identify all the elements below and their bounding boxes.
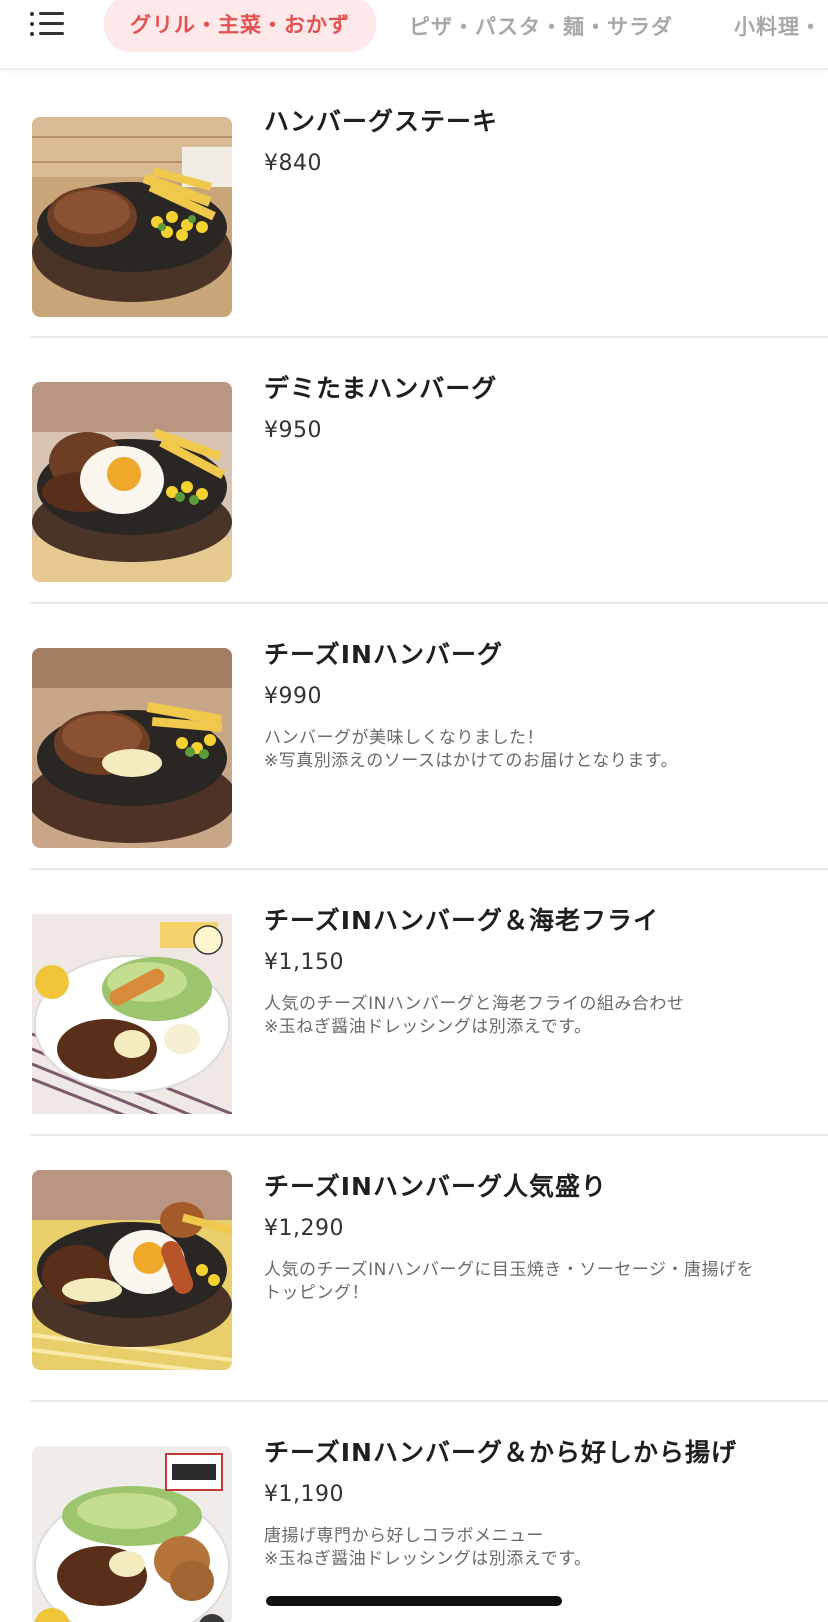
menu-item[interactable]: デミたまハンバーグ ¥950 xyxy=(0,338,828,604)
item-name: チーズINハンバーグ＆から好しから揚げ xyxy=(264,1438,737,1467)
item-description: 人気のチーズINハンバーグに目玉焼き・ソーセージ・唐揚げを トッピング！ xyxy=(264,1260,755,1303)
category-tab-bar: グリル・主菜・おかず ピザ・パスタ・麺・サラダ 小料理・ xyxy=(0,0,828,70)
menu-item[interactable]: チーズINハンバーグ ¥990 ハンバーグが美味しくなりました！ ※写真別添えの… xyxy=(0,604,828,870)
menu-item[interactable]: チーズINハンバーグ＆海老フライ ¥1,150 人気のチーズINハンバーグと海老… xyxy=(0,870,828,1136)
tab-pizza-pasta-noodles-salad[interactable]: ピザ・パスタ・麺・サラダ xyxy=(409,0,673,52)
item-name: チーズINハンバーグ xyxy=(264,640,503,669)
food-photo xyxy=(32,648,232,848)
item-description: ハンバーグが美味しくなりました！ ※写真別添えのソースはかけてのお届けとなります… xyxy=(264,728,679,771)
list-menu-icon[interactable] xyxy=(30,8,66,38)
item-name: デミたまハンバーグ xyxy=(264,374,498,403)
food-photo xyxy=(32,914,232,1114)
tab-small-dishes[interactable]: 小料理・ xyxy=(734,0,822,52)
item-description: 唐揚げ専門から好しコラボメニュー ※玉ねぎ醤油ドレッシングは別添えです。 xyxy=(264,1526,592,1569)
item-price: ¥950 xyxy=(264,418,322,443)
item-price: ¥1,290 xyxy=(264,1216,344,1241)
item-description: 人気のチーズINハンバーグと海老フライの組み合わせ ※玉ねぎ醤油ドレッシングは別… xyxy=(264,994,685,1037)
item-name: チーズINハンバーグ＆海老フライ xyxy=(264,906,659,935)
food-photo xyxy=(32,117,232,317)
food-photo xyxy=(32,382,232,582)
item-price: ¥1,190 xyxy=(264,1482,344,1507)
menu-item[interactable]: チーズINハンバーグ＆から好しから揚げ ¥1,190 唐揚げ専門から好しコラボメ… xyxy=(0,1402,828,1622)
food-photo xyxy=(32,1446,232,1622)
item-name: チーズINハンバーグ人気盛り xyxy=(264,1172,607,1201)
item-price: ¥990 xyxy=(264,684,322,709)
home-indicator[interactable] xyxy=(266,1596,562,1606)
item-price: ¥840 xyxy=(264,151,322,176)
item-price: ¥1,150 xyxy=(264,950,344,975)
menu-item[interactable]: ハンバーグステーキ ¥840 xyxy=(0,72,828,338)
food-photo xyxy=(32,1170,232,1370)
tab-grill-main-dishes[interactable]: グリル・主菜・おかず xyxy=(104,0,376,52)
item-name: ハンバーグステーキ xyxy=(264,107,499,136)
menu-item[interactable]: チーズINハンバーグ人気盛り ¥1,290 人気のチーズINハンバーグに目玉焼き… xyxy=(0,1136,828,1402)
menu-item-list: ハンバーグステーキ ¥840 デミたまハンバーグ ¥950 チーズINハンバーグ… xyxy=(0,72,828,1622)
